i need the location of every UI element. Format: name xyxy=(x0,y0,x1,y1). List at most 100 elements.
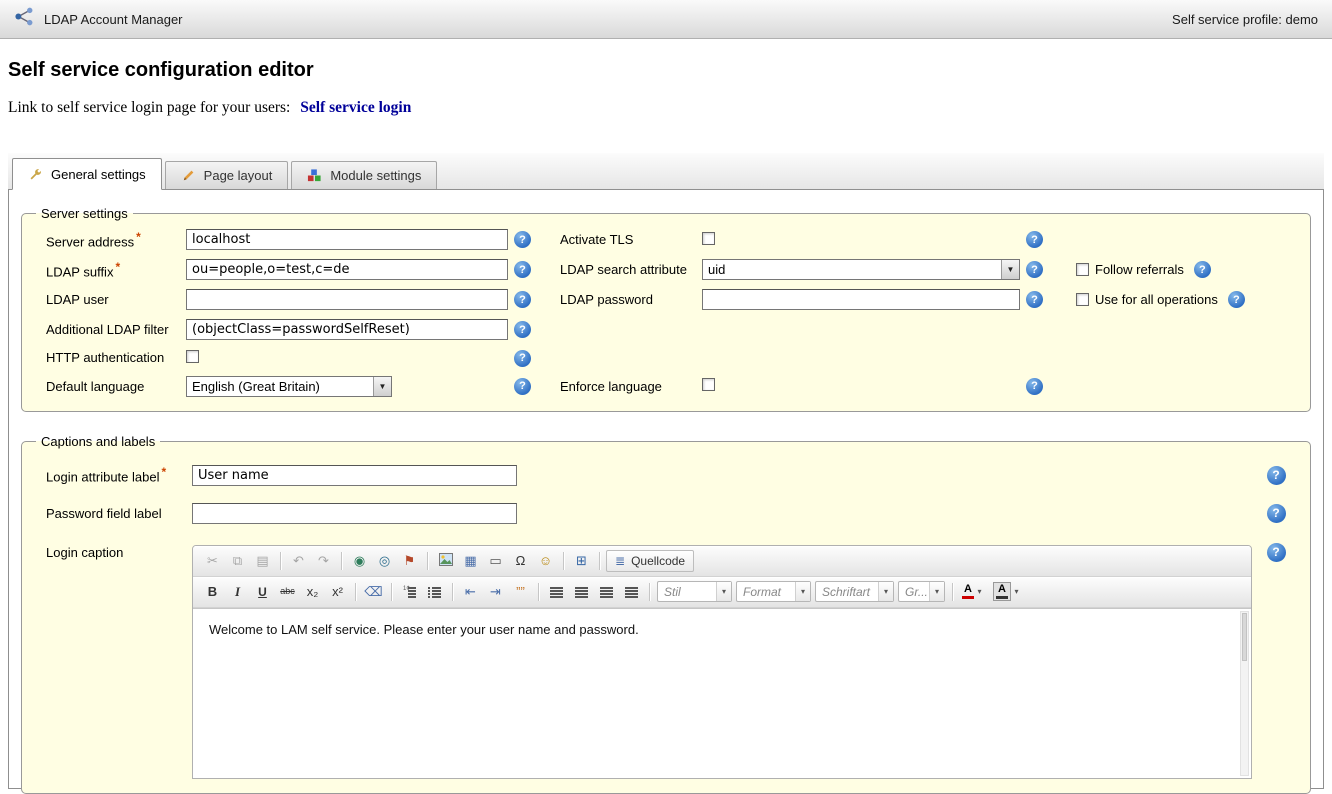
subscript-icon[interactable]: x₂ xyxy=(301,581,324,603)
self-service-login-link[interactable]: Self service login xyxy=(300,99,411,116)
help-icon-http-authentication[interactable]: ? xyxy=(514,350,531,367)
copy-icon[interactable]: ⧉ xyxy=(226,550,249,572)
unlink-icon[interactable]: ◎ xyxy=(373,550,396,572)
size-dropdown[interactable]: Gr...▾ xyxy=(898,581,945,602)
help-icon-use-all-operations[interactable]: ? xyxy=(1228,291,1245,308)
login-caption-editor: ✂⧉▤ ↶↷ ◉◎⚑ ▦ ▭ Ω ☺ ⊞ ≣Quellcode BIUabcx₂x² ⌫ ⇤⇥”” S… xyxy=(192,545,1252,779)
help-icon-login-caption[interactable]: ? xyxy=(1267,543,1286,562)
strike-icon[interactable]: abc xyxy=(276,581,299,603)
align-center-icon xyxy=(575,586,588,598)
enforce-language-checkbox[interactable] xyxy=(702,378,715,391)
background-color-button[interactable]: A▾ xyxy=(991,581,1024,602)
help-icon-follow-referrals[interactable]: ? xyxy=(1194,261,1211,278)
ldap-search-attribute-label: LDAP search attribute xyxy=(554,262,702,277)
toolbar-separator xyxy=(341,552,342,570)
anchor-flag-icon[interactable]: ⚑ xyxy=(398,550,421,572)
horizontal-rule-icon[interactable]: ▭ xyxy=(484,550,507,572)
tab-page-layout[interactable]: Page layout xyxy=(165,161,289,189)
tab-general-settings[interactable]: General settings xyxy=(12,158,162,190)
help-cell: ? xyxy=(1267,504,1286,523)
help-icon-ldap-suffix[interactable]: ? xyxy=(514,261,531,278)
redo-icon[interactable]: ↷ xyxy=(312,550,335,572)
server-address-input[interactable] xyxy=(186,229,508,250)
smiley-icon: ☺ xyxy=(539,554,552,567)
additional-filter-input[interactable] xyxy=(186,319,508,340)
ldap-password-input[interactable] xyxy=(702,289,1020,310)
paste-icon[interactable]: ▤ xyxy=(251,550,274,572)
chevron-down-icon: ▾ xyxy=(974,584,985,599)
password-field-input[interactable] xyxy=(192,503,517,524)
login-attribute-input[interactable] xyxy=(192,465,517,486)
password-field-label: Password field label xyxy=(46,506,192,521)
remove-format-icon[interactable]: ⌫ xyxy=(362,581,385,603)
link-icon[interactable]: ◉ xyxy=(348,550,371,572)
maximize-icon[interactable]: ⊞ xyxy=(570,550,593,572)
text-color-button[interactable]: A▾ xyxy=(960,583,987,600)
underline-icon[interactable]: U xyxy=(251,581,274,603)
table-icon[interactable]: ▦ xyxy=(459,550,482,572)
help-cell: ? xyxy=(508,321,554,339)
help-icon-activate-tls[interactable]: ? xyxy=(1026,231,1043,248)
activate-tls-checkbox[interactable] xyxy=(702,232,715,245)
default-language-label: Default language xyxy=(46,379,186,394)
font-dropdown[interactable]: Schriftart▾ xyxy=(815,581,894,602)
special-char-icon[interactable]: Ω xyxy=(509,550,532,572)
editor-content-area[interactable]: Welcome to LAM self service. Please ente… xyxy=(193,608,1251,778)
password-field-cell xyxy=(192,503,1252,524)
lam-logo-icon xyxy=(14,6,35,32)
source-button[interactable]: ≣Quellcode xyxy=(606,550,694,572)
smiley-icon[interactable]: ☺ xyxy=(534,550,557,572)
indent-icon[interactable]: ⇥ xyxy=(484,581,507,603)
help-cell: ? xyxy=(1020,261,1068,279)
ordered-list-icon[interactable] xyxy=(398,581,421,603)
format-dropdown[interactable]: Format▾ xyxy=(736,581,811,602)
select-arrow-icon: ▼ xyxy=(1001,260,1019,279)
ldap-user-input[interactable] xyxy=(186,289,508,310)
tab-module-settings[interactable]: Module settings xyxy=(291,161,437,189)
outdent-icon[interactable]: ⇤ xyxy=(459,581,482,603)
tab-bar: General settings Page layout Module sett… xyxy=(8,153,1324,189)
tab-label: General settings xyxy=(51,167,146,182)
help-icon-password-field[interactable]: ? xyxy=(1267,504,1286,523)
blockquote-icon[interactable]: ”” xyxy=(509,581,532,603)
help-icon-ldap-password[interactable]: ? xyxy=(1026,291,1043,308)
default-language-select[interactable]: English (Great Britain) ▼ xyxy=(186,376,392,397)
align-left-icon[interactable] xyxy=(545,581,568,603)
style-dropdown[interactable]: Stil▾ xyxy=(657,581,732,602)
align-justify-icon xyxy=(625,586,638,598)
help-icon-enforce-language[interactable]: ? xyxy=(1026,378,1043,395)
align-right-icon[interactable] xyxy=(595,581,618,603)
help-icon-login-attribute[interactable]: ? xyxy=(1267,466,1286,485)
ldap-search-attribute-select[interactable]: uid ▼ xyxy=(702,259,1020,280)
help-icon-ldap-search-attribute[interactable]: ? xyxy=(1026,261,1043,278)
horizontal-rule-icon: ▭ xyxy=(489,554,501,567)
image-icon[interactable] xyxy=(434,550,457,572)
editor-scrollbar-thumb[interactable] xyxy=(1242,613,1247,661)
use-all-operations-checkbox[interactable] xyxy=(1076,293,1089,306)
cut-icon[interactable]: ✂ xyxy=(201,550,224,572)
help-icon-additional-filter[interactable]: ? xyxy=(514,321,531,338)
editor-scrollbar[interactable] xyxy=(1240,611,1249,776)
http-authentication-checkbox[interactable] xyxy=(186,350,199,363)
image-icon xyxy=(439,553,453,568)
chevron-down-icon: ▾ xyxy=(878,582,893,601)
follow-referrals-checkbox[interactable] xyxy=(1076,263,1089,276)
http-authentication-label: HTTP authentication xyxy=(46,350,186,365)
unordered-list-icon[interactable] xyxy=(423,581,446,603)
activate-tls-cell xyxy=(702,232,1020,248)
ldap-password-cell xyxy=(702,289,1020,310)
superscript-icon[interactable]: x² xyxy=(326,581,349,603)
ldap-suffix-input[interactable] xyxy=(186,259,508,280)
remove-format-icon: ⌫ xyxy=(364,585,382,598)
ldap-suffix-cell xyxy=(186,259,508,280)
align-justify-icon[interactable] xyxy=(620,581,643,603)
underline-icon: U xyxy=(258,586,267,598)
italic-icon[interactable]: I xyxy=(226,581,249,603)
help-icon-ldap-user[interactable]: ? xyxy=(514,291,531,308)
help-icon-default-language[interactable]: ? xyxy=(514,378,531,395)
help-icon-server-address[interactable]: ? xyxy=(514,231,531,248)
align-center-icon[interactable] xyxy=(570,581,593,603)
help-cell: ? xyxy=(1020,291,1068,309)
bold-icon[interactable]: B xyxy=(201,581,224,603)
undo-icon[interactable]: ↶ xyxy=(287,550,310,572)
